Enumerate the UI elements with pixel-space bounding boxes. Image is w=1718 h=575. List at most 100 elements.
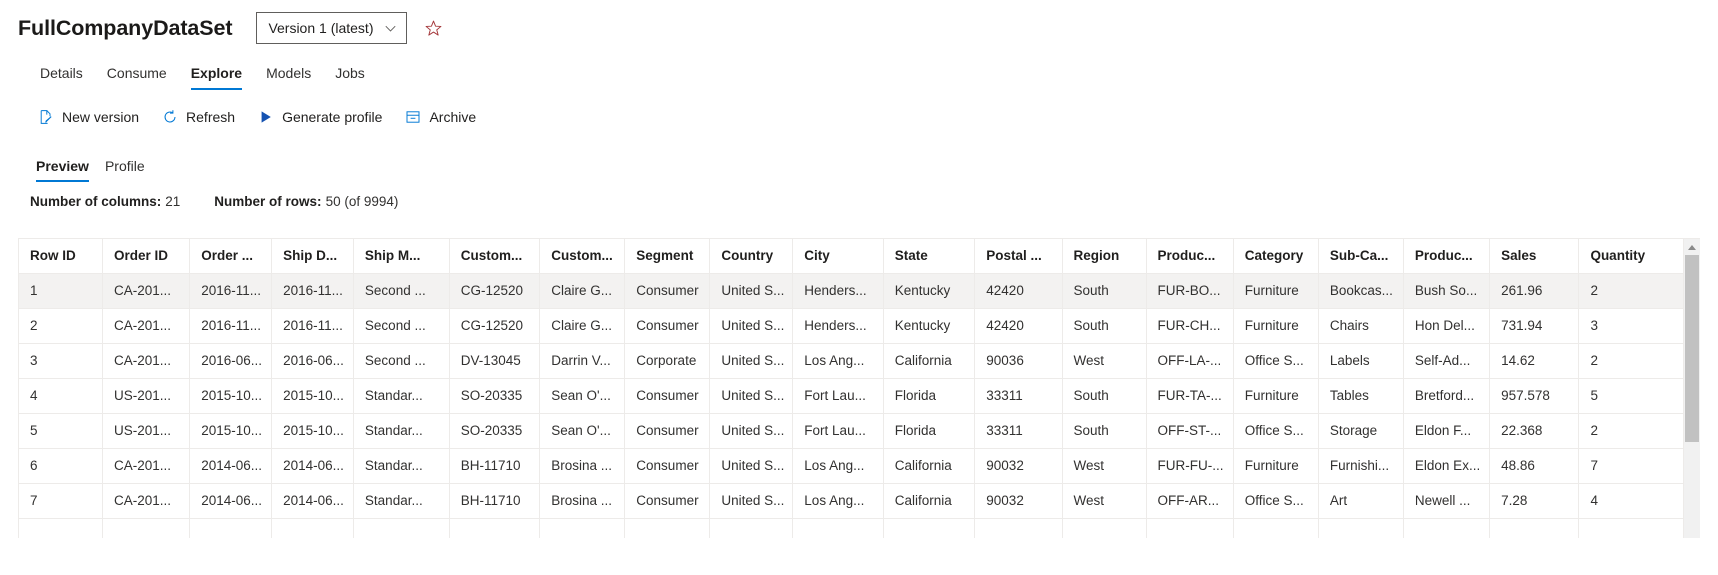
table-cell: Fort Lau... — [792, 413, 884, 449]
tab-consume[interactable]: Consume — [95, 65, 179, 90]
generate-profile-button[interactable]: Generate profile — [246, 101, 393, 133]
column-header-customer-name[interactable]: Custom... — [539, 239, 626, 274]
table-cell: 2016-11... — [271, 273, 354, 309]
table-cell: Consumer — [624, 413, 711, 449]
vertical-scrollbar[interactable] — [1684, 238, 1700, 538]
table-row[interactable]: 4 US-201... 2015-10... 2015-10... Standar...… — [18, 378, 1684, 414]
table-cell: Los Ang... — [792, 448, 884, 484]
table-cell: Eldon Ex... — [1403, 448, 1491, 484]
column-header-row-id[interactable]: Row ID — [18, 239, 103, 274]
table-cell: SO-20335 — [449, 413, 541, 449]
table-cell: 14.62 — [1489, 343, 1580, 379]
favorite-star-icon[interactable] — [423, 17, 445, 39]
column-header-quantity[interactable]: Quantity — [1578, 239, 1684, 274]
table-cell: Kentucky — [883, 308, 976, 344]
tab-jobs[interactable]: Jobs — [323, 65, 377, 90]
scrollbar-thumb[interactable] — [1685, 255, 1699, 442]
table-cell: 2015-10... — [189, 413, 273, 449]
tab-details[interactable]: Details — [28, 65, 95, 90]
table-row[interactable]: 1 CA-201... 2016-11... 2016-11... Second ...… — [18, 273, 1684, 309]
table-cell: Corporate — [624, 343, 711, 379]
table-cell: 5 — [1578, 378, 1684, 414]
tab-profile[interactable]: Profile — [97, 158, 153, 182]
table-cell: 6 — [18, 448, 103, 484]
table-cell — [539, 518, 626, 538]
tab-models[interactable]: Models — [254, 65, 323, 90]
table-cell: CG-12520 — [449, 273, 541, 309]
table-cell — [792, 518, 884, 538]
version-dropdown[interactable]: Version 1 (latest) — [256, 12, 407, 44]
column-header-product-id[interactable]: Produc... — [1146, 239, 1234, 274]
table-row[interactable]: 7 CA-201... 2014-06... 2014-06... Standar...… — [18, 483, 1684, 519]
table-cell — [883, 518, 976, 538]
table-cell — [1318, 518, 1404, 538]
refresh-label: Refresh — [186, 109, 236, 125]
table-cell: US-201... — [102, 413, 191, 449]
table-cell: Self-Ad... — [1403, 343, 1491, 379]
table-cell: Los Ang... — [792, 483, 884, 519]
column-header-city[interactable]: City — [792, 239, 884, 274]
column-header-category[interactable]: Category — [1233, 239, 1319, 274]
column-header-customer-id[interactable]: Custom... — [449, 239, 541, 274]
column-header-region[interactable]: Region — [1062, 239, 1147, 274]
table-cell: CA-201... — [102, 483, 191, 519]
column-header-order-date[interactable]: Order ... — [189, 239, 273, 274]
table-cell: OFF-ST-... — [1146, 413, 1234, 449]
preview-table: Row ID Order ID Order ... Ship D... Ship… — [18, 239, 1684, 538]
column-header-country[interactable]: Country — [709, 239, 794, 274]
tab-explore[interactable]: Explore — [179, 65, 254, 90]
table-cell: 3 — [18, 343, 103, 379]
table-cell: 2015-10... — [271, 378, 354, 414]
table-cell: Second ... — [353, 273, 450, 309]
table-cell: 7 — [1578, 448, 1684, 484]
column-header-state[interactable]: State — [883, 239, 976, 274]
new-version-button[interactable]: New version — [26, 101, 150, 133]
table-cell: United S... — [709, 448, 794, 484]
column-header-product-name[interactable]: Produc... — [1403, 239, 1491, 274]
table-cell: Furniture — [1233, 378, 1319, 414]
column-header-ship-date[interactable]: Ship D... — [271, 239, 354, 274]
table-cell: West — [1062, 483, 1147, 519]
refresh-button[interactable]: Refresh — [150, 101, 246, 133]
column-header-segment[interactable]: Segment — [624, 239, 711, 274]
table-cell: Claire G... — [539, 308, 626, 344]
table-cell: United S... — [709, 343, 794, 379]
table-cell: 33311 — [974, 413, 1063, 449]
table-cell: Consumer — [624, 273, 711, 309]
table-cell: 2014-06... — [189, 483, 273, 519]
table-cell: Henders... — [792, 273, 884, 309]
table-cell: 90036 — [974, 343, 1063, 379]
table-cell: 2 — [1578, 413, 1684, 449]
table-row[interactable]: 6 CA-201... 2014-06... 2014-06... Standar...… — [18, 448, 1684, 484]
table-cell: 3 — [1578, 308, 1684, 344]
table-row[interactable]: 5 US-201... 2015-10... 2015-10... Standar...… — [18, 413, 1684, 449]
table-row[interactable]: 3 CA-201... 2016-06... 2016-06... Second ...… — [18, 343, 1684, 379]
column-header-sales[interactable]: Sales — [1489, 239, 1580, 274]
table-cell: 42420 — [974, 308, 1063, 344]
table-header-row: Row ID Order ID Order ... Ship D... Ship… — [18, 239, 1684, 274]
scroll-up-arrow-icon[interactable] — [1684, 240, 1700, 255]
column-header-postal-code[interactable]: Postal ... — [974, 239, 1063, 274]
table-cell: FUR-TA-... — [1146, 378, 1234, 414]
tab-preview[interactable]: Preview — [28, 158, 97, 182]
table-row[interactable]: 2 CA-201... 2016-11... 2016-11... Second ...… — [18, 308, 1684, 344]
column-header-sub-category[interactable]: Sub-Ca... — [1318, 239, 1404, 274]
table-cell: Eldon F... — [1403, 413, 1491, 449]
archive-button[interactable]: Archive — [393, 101, 487, 133]
table-cell: Bush So... — [1403, 273, 1491, 309]
column-header-ship-mode[interactable]: Ship M... — [353, 239, 450, 274]
table-cell: California — [883, 343, 976, 379]
table-cell: 42420 — [974, 273, 1063, 309]
page-edit-icon — [37, 109, 54, 126]
table-row[interactable] — [18, 518, 1684, 538]
table-cell — [449, 518, 541, 538]
table-cell: Sean O'... — [539, 378, 626, 414]
column-header-order-id[interactable]: Order ID — [102, 239, 191, 274]
table-cell: Fort Lau... — [792, 378, 884, 414]
main-tabs: Details Consume Explore Models Jobs — [0, 54, 1718, 90]
column-count: Number of columns: 21 — [30, 194, 180, 209]
table-cell: South — [1062, 378, 1147, 414]
triangle-up-icon — [1688, 245, 1696, 250]
table-cell: Second ... — [353, 308, 450, 344]
table-cell: Office S... — [1233, 343, 1319, 379]
